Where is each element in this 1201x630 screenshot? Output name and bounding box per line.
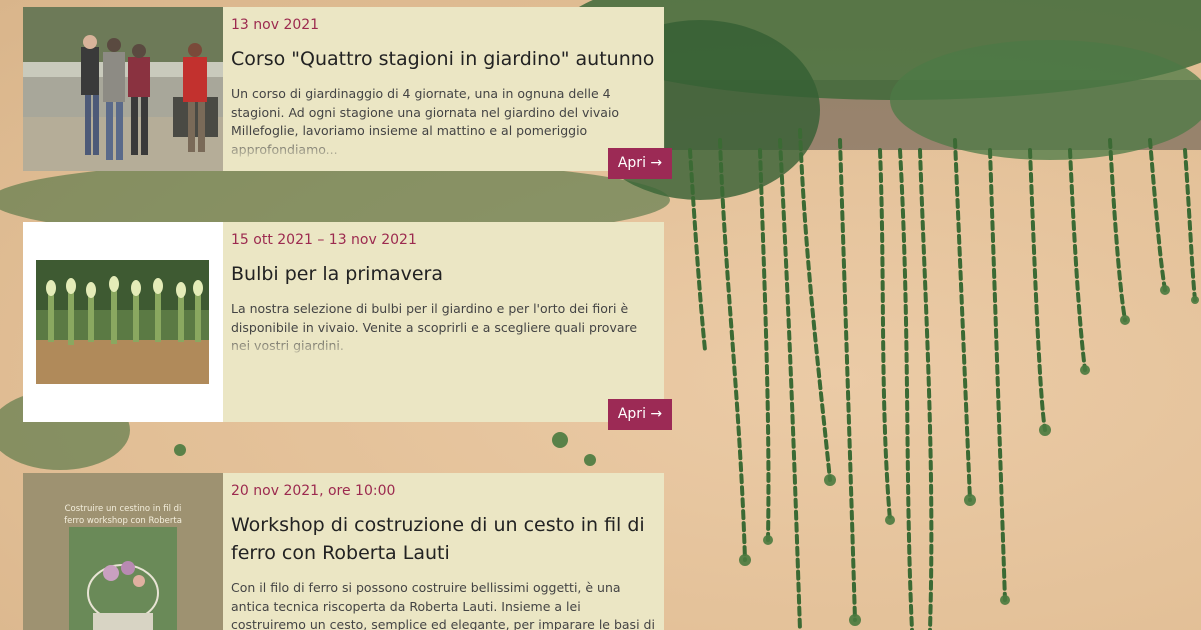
poster-caption: Costruire un cestino in fil di ferro wor… xyxy=(64,504,182,538)
event-photo-bulbs[interactable] xyxy=(23,222,223,422)
event-date: 13 nov 2021 xyxy=(231,17,320,33)
event-title[interactable]: Workshop di costruzione di un cesto in f… xyxy=(231,511,656,567)
event-title[interactable]: Bulbi per la primavera xyxy=(231,260,656,288)
event-excerpt: Un corso di giardinaggio di 4 giornate, … xyxy=(231,85,656,159)
event-card: 15 ott 2021 – 13 nov 2021 Bulbi per la p… xyxy=(23,222,664,422)
open-event-button[interactable]: Apri → xyxy=(608,148,672,179)
event-date: 20 nov 2021, ore 10:00 xyxy=(231,483,396,499)
event-date: 15 ott 2021 – 13 nov 2021 xyxy=(231,232,417,248)
event-poster-wire-basket[interactable]: Costruire un cestino in fil di ferro wor… xyxy=(23,473,223,630)
event-title[interactable]: Corso "Quattro stagioni in giardino" aut… xyxy=(231,45,656,73)
event-excerpt: Con il filo di ferro si possono costruir… xyxy=(231,579,656,630)
event-photo-garden-course[interactable] xyxy=(23,7,223,171)
event-card: Costruire un cestino in fil di ferro wor… xyxy=(23,473,664,630)
event-excerpt: La nostra selezione di bulbi per il giar… xyxy=(231,300,656,356)
open-event-button[interactable]: Apri → xyxy=(608,399,672,430)
event-card: 13 nov 2021 Corso "Quattro stagioni in g… xyxy=(23,7,664,171)
